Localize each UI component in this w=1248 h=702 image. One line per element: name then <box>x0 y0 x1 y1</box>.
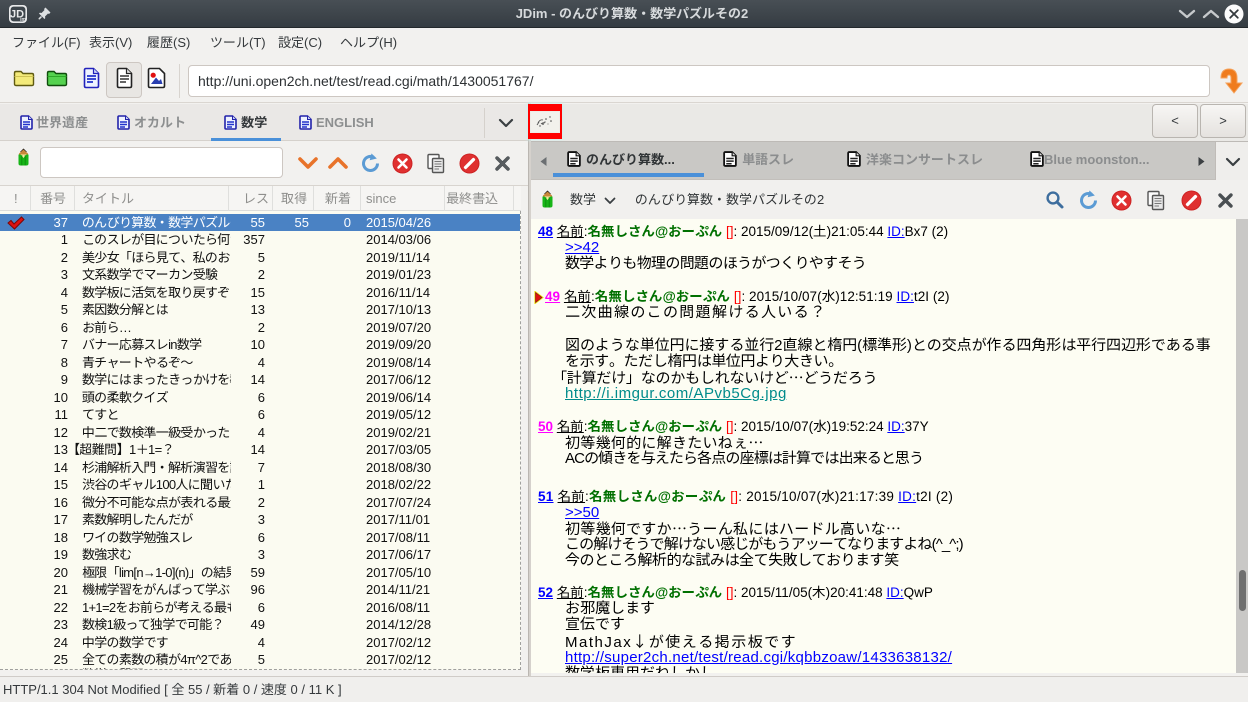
svg-text:im: im <box>20 17 26 23</box>
